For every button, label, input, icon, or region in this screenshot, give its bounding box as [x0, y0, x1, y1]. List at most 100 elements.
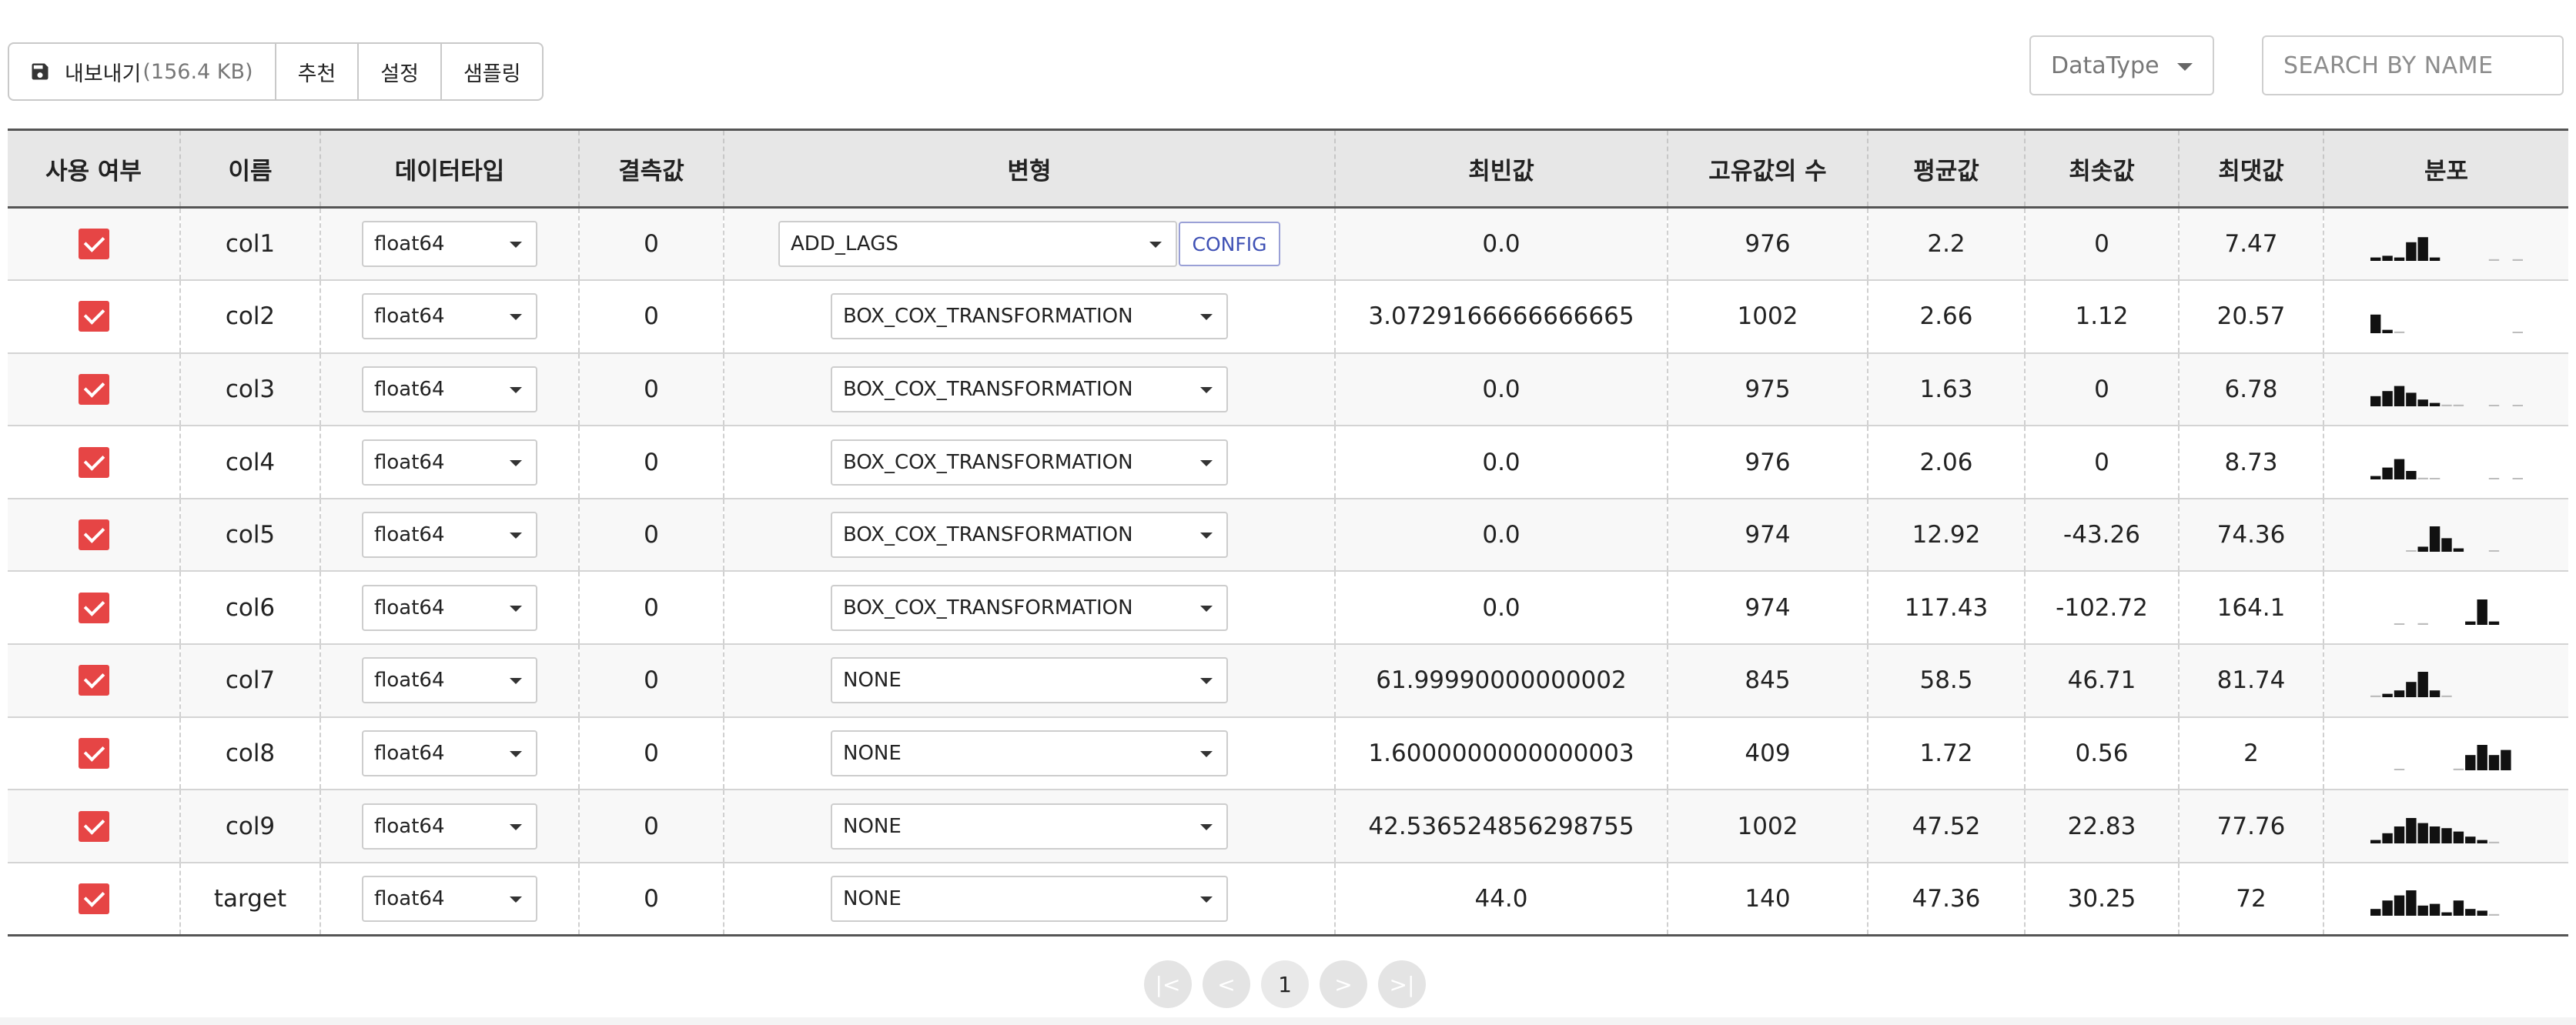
mode-cell: 3.0729166666666665: [1335, 280, 1668, 354]
distribution-histogram: [2370, 459, 2523, 479]
datatype-select[interactable]: float64: [362, 366, 537, 412]
transform-value: NONE: [843, 741, 902, 765]
transform-cell: BOX_COX_TRANSFORMATION: [724, 280, 1336, 354]
datatype-select[interactable]: float64: [362, 512, 537, 559]
transform-select[interactable]: BOX_COX_TRANSFORMATION: [831, 512, 1228, 559]
transform-select[interactable]: BOX_COX_TRANSFORMATION: [831, 439, 1228, 486]
missing-header: 결측값: [579, 129, 724, 209]
histogram-bar: [2488, 755, 2499, 770]
use-cell: [8, 644, 181, 718]
mean-header: 평균값: [1868, 129, 2026, 209]
datatype-select[interactable]: float64: [362, 221, 537, 268]
histogram-bar: [2429, 257, 2440, 262]
name-cell: col9: [180, 790, 321, 863]
histogram-bar: [2453, 768, 2464, 770]
first-page-button[interactable]: |<: [1144, 960, 1192, 1008]
page-1-button[interactable]: 1: [1261, 960, 1309, 1008]
unique-count-cell: 1002: [1668, 790, 1868, 863]
use-checkbox[interactable]: [78, 446, 109, 478]
use-checkbox[interactable]: [78, 737, 109, 769]
distribution-cell: [2323, 280, 2568, 354]
transform-value: NONE: [843, 814, 902, 838]
transform-cell: BOX_COX_TRANSFORMATION: [724, 426, 1336, 499]
unique-count-cell: 976: [1668, 207, 1868, 282]
transform-select[interactable]: NONE: [831, 803, 1228, 850]
datatype-value: float64: [374, 814, 445, 838]
datatype-filter-select[interactable]: DataType: [2029, 35, 2214, 95]
chevron-down-icon: [1200, 386, 1213, 393]
transform-value: BOX_COX_TRANSFORMATION: [843, 596, 1133, 619]
next-page-button[interactable]: >: [1320, 960, 1367, 1008]
settings-button[interactable]: 설정: [359, 44, 442, 99]
table-row: col1 float64 0 ADD_LAGS CONFIG 0.0 976 2.…: [8, 207, 2568, 282]
datatype-select[interactable]: float64: [362, 803, 537, 850]
missing-cell: 0: [579, 498, 724, 573]
datatype-cell: float64: [320, 790, 580, 863]
datatype-select[interactable]: float64: [362, 439, 537, 486]
export-button[interactable]: 내보내기 (156.4 KB): [9, 44, 276, 99]
histogram-bar: [2429, 402, 2440, 406]
use-checkbox[interactable]: [78, 229, 109, 260]
use-cell: [8, 790, 181, 863]
datatype-select[interactable]: float64: [362, 293, 537, 340]
histogram-bar: [2417, 237, 2428, 262]
histogram-bar: [2405, 817, 2417, 843]
histogram-bar: [2441, 696, 2452, 698]
distribution-histogram: [2370, 237, 2523, 262]
use-cell: [8, 207, 181, 282]
datatype-select[interactable]: float64: [362, 875, 537, 922]
mode-cell: 0.0: [1335, 207, 1668, 282]
use-checkbox[interactable]: [78, 373, 109, 405]
config-button[interactable]: CONFIG: [1179, 222, 1280, 267]
transform-select[interactable]: ADD_LAGS: [778, 221, 1177, 268]
last-page-button[interactable]: >|: [1378, 960, 1426, 1008]
histogram-bar: [2441, 827, 2452, 843]
use-checkbox[interactable]: [78, 883, 109, 914]
prev-page-button[interactable]: <: [1203, 960, 1250, 1008]
datatype-select[interactable]: float64: [362, 657, 537, 704]
use-checkbox[interactable]: [78, 810, 109, 842]
transform-select[interactable]: BOX_COX_TRANSFORMATION: [831, 366, 1228, 412]
max-cell: 8.73: [2179, 426, 2324, 499]
chevron-down-icon: [1200, 678, 1213, 685]
datatype-select[interactable]: float64: [362, 730, 537, 776]
datatype-select[interactable]: float64: [362, 584, 537, 631]
use-checkbox[interactable]: [78, 301, 109, 332]
transform-select[interactable]: BOX_COX_TRANSFORMATION: [831, 293, 1228, 340]
table-row: col9 float64 0 NONE 42.536524856298755 1…: [8, 790, 2568, 863]
mode-cell: 42.536524856298755: [1335, 790, 1668, 863]
table-header-row: 사용 여부 이름 데이터타입 결측값 변형 최빈값 고유값의 수 평균값 최솟값 최댓값 분포: [8, 129, 2568, 209]
histogram-bar: [2464, 755, 2475, 770]
transform-select[interactable]: NONE: [831, 657, 1228, 704]
export-size: (156.4 KB): [142, 59, 253, 84]
transform-cell: BOX_COX_TRANSFORMATION: [724, 352, 1336, 427]
histogram-bar: [2464, 836, 2475, 843]
search-input[interactable]: [2262, 35, 2564, 95]
transform-cell: NONE: [724, 790, 1336, 863]
use-header: 사용 여부: [8, 129, 181, 209]
distribution-histogram: [2370, 386, 2523, 406]
use-checkbox[interactable]: [78, 519, 109, 551]
histogram-bar: [2488, 621, 2499, 625]
datatype-value: float64: [374, 596, 445, 619]
distribution-cell: [2323, 790, 2568, 863]
use-checkbox[interactable]: [78, 592, 109, 623]
transform-select[interactable]: NONE: [831, 875, 1228, 922]
histogram-bar: [2394, 332, 2404, 334]
transform-select[interactable]: NONE: [831, 730, 1228, 776]
chevron-down-icon: [510, 242, 522, 249]
max-cell: 77.76: [2179, 790, 2324, 863]
missing-cell: 0: [579, 571, 724, 646]
histogram-bar: [2453, 548, 2464, 553]
use-checkbox[interactable]: [78, 665, 109, 696]
recommend-button[interactable]: 추천: [276, 44, 360, 99]
use-cell: [8, 716, 181, 791]
sampling-button[interactable]: 샘플링: [442, 44, 543, 99]
use-cell: [8, 498, 181, 573]
histogram-bar: [2394, 459, 2404, 479]
name-cell: col8: [180, 716, 321, 791]
mean-cell: 47.36: [1868, 862, 2026, 937]
transform-select[interactable]: BOX_COX_TRANSFORMATION: [831, 584, 1228, 631]
transform-cell: BOX_COX_TRANSFORMATION: [724, 571, 1336, 646]
histogram-bar: [2488, 477, 2499, 479]
